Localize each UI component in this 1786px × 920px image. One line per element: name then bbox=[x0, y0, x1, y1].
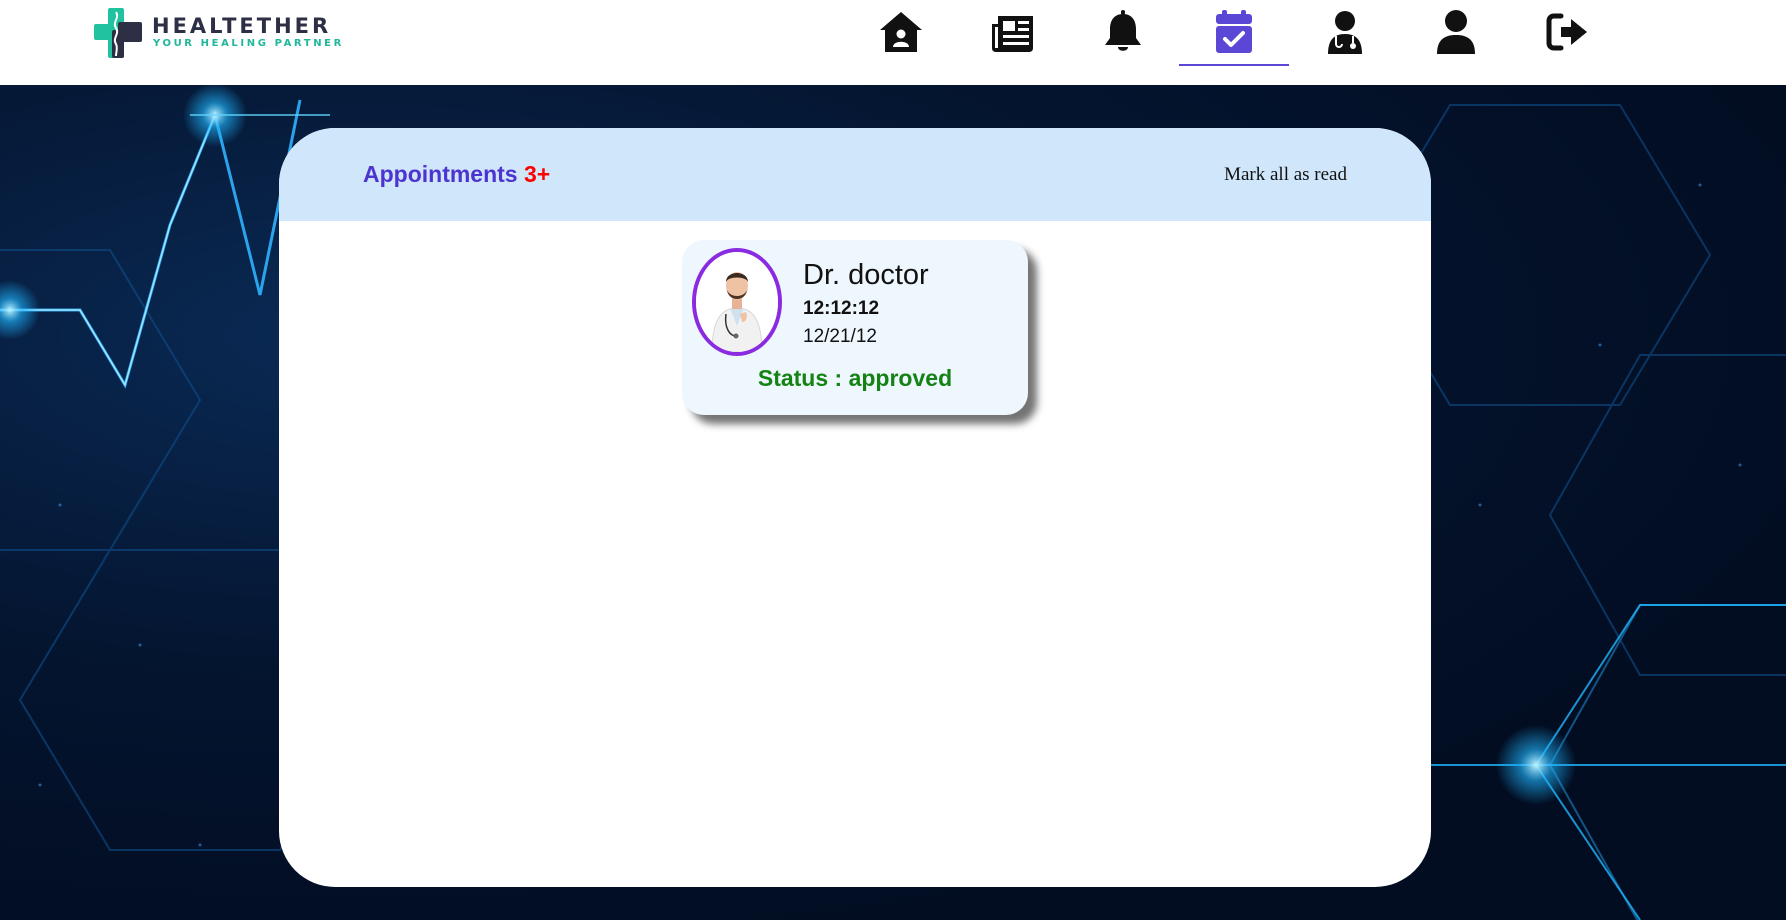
panel-title-text: Appointments bbox=[363, 161, 518, 187]
appointment-status: Status : approved bbox=[757, 365, 953, 391]
nav-logout[interactable] bbox=[1513, 10, 1623, 64]
main-nav bbox=[0, 0, 1786, 85]
home-icon bbox=[880, 12, 922, 52]
sign-out-icon bbox=[1546, 13, 1587, 51]
doctor-avatar bbox=[692, 248, 782, 356]
nav-profile[interactable] bbox=[1401, 10, 1511, 64]
appointment-time: 12:12:12 bbox=[803, 298, 880, 319]
nav-appointments[interactable] bbox=[1179, 10, 1289, 66]
doctor-icon bbox=[1328, 11, 1362, 54]
newspaper-icon bbox=[992, 16, 1033, 52]
top-navbar: HEALTETHER YOUR HEALING PARTNER bbox=[0, 0, 1786, 85]
doctor-portrait-icon bbox=[696, 252, 778, 352]
panel-title: Appointments 3+ bbox=[363, 161, 550, 188]
nav-news[interactable] bbox=[958, 10, 1068, 64]
mark-all-read-button[interactable]: Mark all as read bbox=[1224, 164, 1347, 186]
nav-notifications[interactable] bbox=[1068, 10, 1178, 64]
appointment-date: 12/21/12 bbox=[803, 326, 877, 347]
nav-home[interactable] bbox=[846, 10, 956, 64]
unread-count-badge: 3+ bbox=[524, 161, 551, 187]
calendar-check-icon bbox=[1216, 10, 1252, 53]
panel-header: Appointments 3+ Mark all as read bbox=[279, 128, 1431, 221]
nav-doctors[interactable] bbox=[1290, 10, 1400, 64]
appointments-panel: Appointments 3+ Mark all as read Dr. doc… bbox=[279, 128, 1431, 887]
appointment-card[interactable]: Dr. doctor 12:12:12 12/21/12 Status : ap… bbox=[682, 240, 1028, 415]
bell-icon bbox=[1105, 10, 1141, 51]
doctor-name: Dr. doctor bbox=[803, 259, 929, 291]
user-icon bbox=[1437, 10, 1475, 54]
